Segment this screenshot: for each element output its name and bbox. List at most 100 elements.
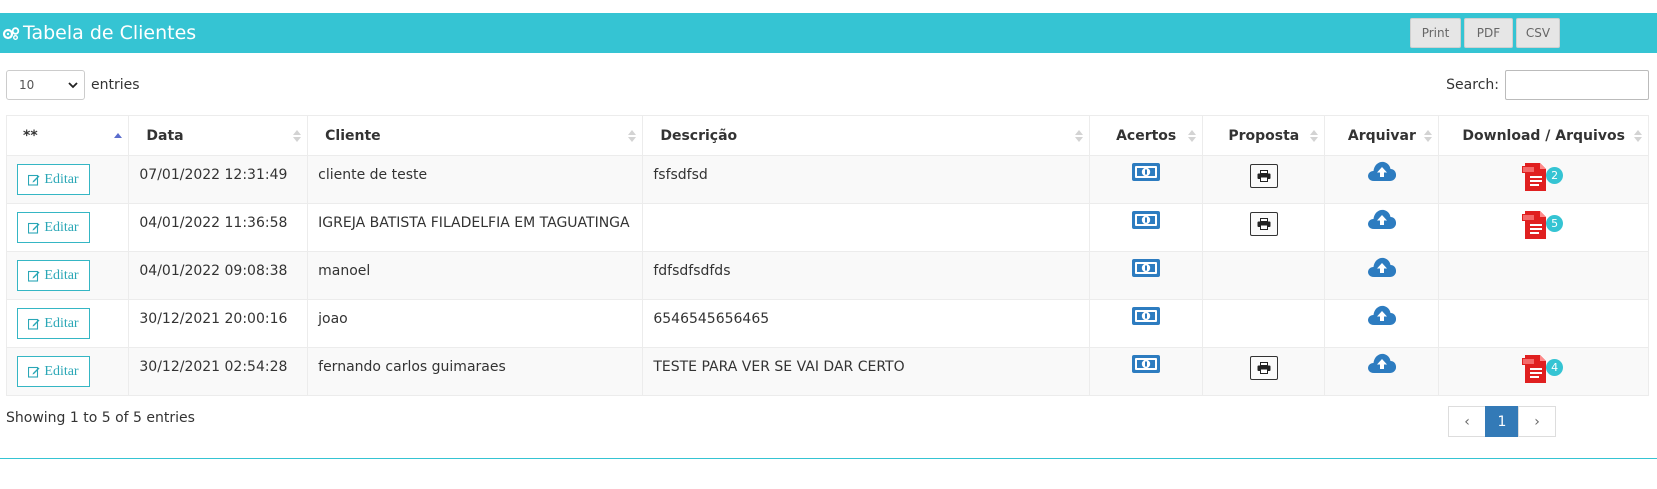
column-header-proposta[interactable]: Proposta <box>1202 115 1326 156</box>
column-header-label: ** <box>23 127 38 144</box>
column-header-descricao[interactable]: Descrição <box>642 115 1091 156</box>
column-header-label: Acertos <box>1116 127 1177 144</box>
edit-button-label: Editar <box>44 219 79 235</box>
column-header-download[interactable]: Download / Arquivos <box>1438 115 1649 156</box>
actions-cell: Editar <box>5 155 130 204</box>
pencil-square-icon <box>28 222 44 234</box>
proposta-cell <box>1202 155 1326 204</box>
sort-icon <box>293 130 302 142</box>
column-header-actions[interactable]: ** <box>5 115 130 156</box>
column-header-label: Cliente <box>325 127 381 144</box>
edit-button-label: Editar <box>44 363 79 379</box>
print-icon <box>1257 218 1271 230</box>
table-row: Editar 04/01/2022 09:08:38 manoel fdfsdfsdf… <box>5 251 1649 300</box>
table-row: Editar 30/12/2021 02:54:28 fernando carlos… <box>5 347 1649 396</box>
print-proposal-button[interactable] <box>1249 356 1278 380</box>
edit-button[interactable]: Editar <box>17 260 90 291</box>
table-row: Editar 04/01/2022 11:36:58 IGREJA BATISTA … <box>5 203 1649 252</box>
edit-button[interactable]: Editar <box>17 356 90 387</box>
edit-button-label: Editar <box>44 267 79 283</box>
column-header-arquivar[interactable]: Arquivar <box>1324 115 1440 156</box>
file-count-badge: 2 <box>1546 167 1564 184</box>
cloud-upload-icon[interactable] <box>1367 160 1397 186</box>
arquivar-cell <box>1324 299 1440 348</box>
sort-icon <box>1188 130 1197 142</box>
proposta-cell <box>1202 203 1326 252</box>
actions-cell: Editar <box>5 299 130 348</box>
entries-select[interactable]: 10 <box>6 70 85 100</box>
edit-button[interactable]: Editar <box>17 164 90 195</box>
entries-label: entries <box>91 77 140 93</box>
money-icon[interactable] <box>1131 305 1161 331</box>
cloud-upload-icon[interactable] <box>1367 352 1397 378</box>
acertos-cell <box>1089 155 1204 204</box>
print-icon <box>1257 170 1271 182</box>
sort-icon <box>628 130 637 142</box>
column-header-label: Descrição <box>660 127 738 144</box>
money-icon[interactable] <box>1131 209 1161 235</box>
description-cell: 6546545656465 <box>642 299 1091 348</box>
search-input[interactable] <box>1505 70 1649 100</box>
client-cell: fernando carlos guimaraes <box>307 347 644 396</box>
pdf-button[interactable]: PDF <box>1464 18 1513 48</box>
panel-title: Tabela de Clientes <box>2 13 196 53</box>
pdf-download-link[interactable]: 4 <box>1522 354 1565 384</box>
sort-asc-icon <box>114 133 123 138</box>
column-header-data[interactable]: Data <box>128 115 309 156</box>
cloud-upload-icon[interactable] <box>1367 304 1397 330</box>
acertos-cell <box>1089 299 1204 348</box>
length-control: 10 entries <box>6 70 140 100</box>
print-proposal-button[interactable] <box>1249 212 1278 236</box>
acertos-cell <box>1089 347 1204 396</box>
csv-button[interactable]: CSV <box>1516 18 1560 48</box>
prev-page-button[interactable]: ‹ <box>1448 406 1486 437</box>
cloud-upload-icon[interactable] <box>1367 208 1397 234</box>
date-cell: 30/12/2021 20:00:16 <box>128 299 309 348</box>
pdf-download-link[interactable]: 2 <box>1522 162 1565 192</box>
table-row: Editar 30/12/2021 20:00:16 joao 65465456564… <box>5 299 1649 348</box>
table-row: Editar 07/01/2022 12:31:49 cliente de test… <box>5 155 1649 204</box>
actions-cell: Editar <box>5 251 130 300</box>
table-body: Editar 07/01/2022 12:31:49 cliente de test… <box>5 155 1649 396</box>
proposta-cell <box>1202 347 1326 396</box>
client-cell: joao <box>307 299 644 348</box>
description-cell: fdfsdfsdfds <box>642 251 1091 300</box>
entries-select-value: 10 <box>19 78 35 92</box>
column-header-label: Data <box>146 127 184 144</box>
pdf-download-link[interactable]: 5 <box>1522 210 1565 240</box>
description-cell <box>642 203 1091 252</box>
pencil-square-icon <box>28 366 44 378</box>
actions-cell: Editar <box>5 203 130 252</box>
clients-table: ** Data Cliente Descrição Acertos Propos… <box>5 115 1649 396</box>
pagination: ‹ 1 › <box>1448 406 1556 437</box>
table-info: Showing 1 to 5 of 5 entries <box>6 410 195 426</box>
edit-button[interactable]: Editar <box>17 212 90 243</box>
cloud-upload-icon[interactable] <box>1367 256 1397 282</box>
client-cell: cliente de teste <box>307 155 644 204</box>
money-icon[interactable] <box>1131 161 1161 187</box>
files-cell: 4 <box>1438 347 1649 396</box>
money-icon[interactable] <box>1131 257 1161 283</box>
print-button[interactable]: Print <box>1410 18 1461 48</box>
edit-button-label: Editar <box>44 171 79 187</box>
print-icon <box>1257 362 1271 374</box>
acertos-cell <box>1089 251 1204 300</box>
files-cell: 2 <box>1438 155 1649 204</box>
column-header-acertos[interactable]: Acertos <box>1089 115 1204 156</box>
page-1-button[interactable]: 1 <box>1485 406 1519 437</box>
arquivar-cell <box>1324 347 1440 396</box>
client-cell: manoel <box>307 251 644 300</box>
arquivar-cell <box>1324 251 1440 300</box>
pdf-file-icon <box>1522 354 1548 384</box>
edit-button-label: Editar <box>44 315 79 331</box>
sort-icon <box>1634 130 1642 142</box>
pdf-file-icon <box>1522 162 1548 192</box>
column-header-cliente[interactable]: Cliente <box>307 115 644 156</box>
column-header-label: Arquivar <box>1347 127 1416 144</box>
table-header-row: ** Data Cliente Descrição Acertos Propos… <box>5 115 1649 156</box>
money-icon[interactable] <box>1131 353 1161 379</box>
print-proposal-button[interactable] <box>1249 164 1278 188</box>
next-page-button[interactable]: › <box>1518 406 1556 437</box>
edit-button[interactable]: Editar <box>17 308 90 339</box>
arquivar-cell <box>1324 203 1440 252</box>
